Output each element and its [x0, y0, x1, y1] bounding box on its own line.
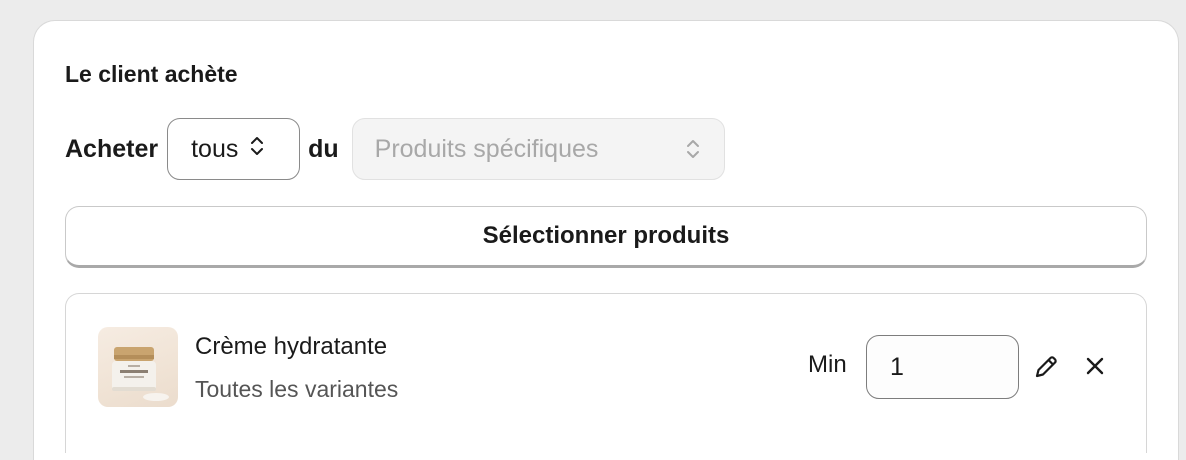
- of-label: du: [308, 134, 339, 163]
- moisturizer-jar-image: [98, 327, 178, 407]
- product-row: Crème hydratante Toutes les variantes Mi…: [65, 293, 1147, 453]
- product-variants: Toutes les variantes: [195, 376, 399, 402]
- product-type-select-value: Produits spécifiques: [374, 134, 599, 163]
- quantity-select-value: tous: [191, 134, 239, 163]
- min-quantity-input[interactable]: [866, 335, 1019, 399]
- min-quantity-label: Min: [808, 351, 847, 378]
- chevron-up-down-icon: [686, 137, 700, 168]
- product-type-select[interactable]: Produits spécifiques: [351, 118, 725, 180]
- section-title: Le client achète: [65, 61, 238, 87]
- customer-buys-card: Le client achète Acheter tous du Produit…: [33, 20, 1179, 460]
- select-products-button[interactable]: Sélectionner produits: [65, 206, 1147, 268]
- quantity-select[interactable]: tous: [167, 118, 301, 180]
- chevron-up-down-icon: [250, 134, 264, 165]
- close-icon[interactable]: [1084, 355, 1106, 377]
- product-name: Crème hydratante: [195, 333, 388, 360]
- pencil-icon[interactable]: [1032, 353, 1060, 381]
- buy-condition-row: Acheter tous du Produits spécifiques: [65, 118, 725, 180]
- buy-label: Acheter: [65, 134, 159, 163]
